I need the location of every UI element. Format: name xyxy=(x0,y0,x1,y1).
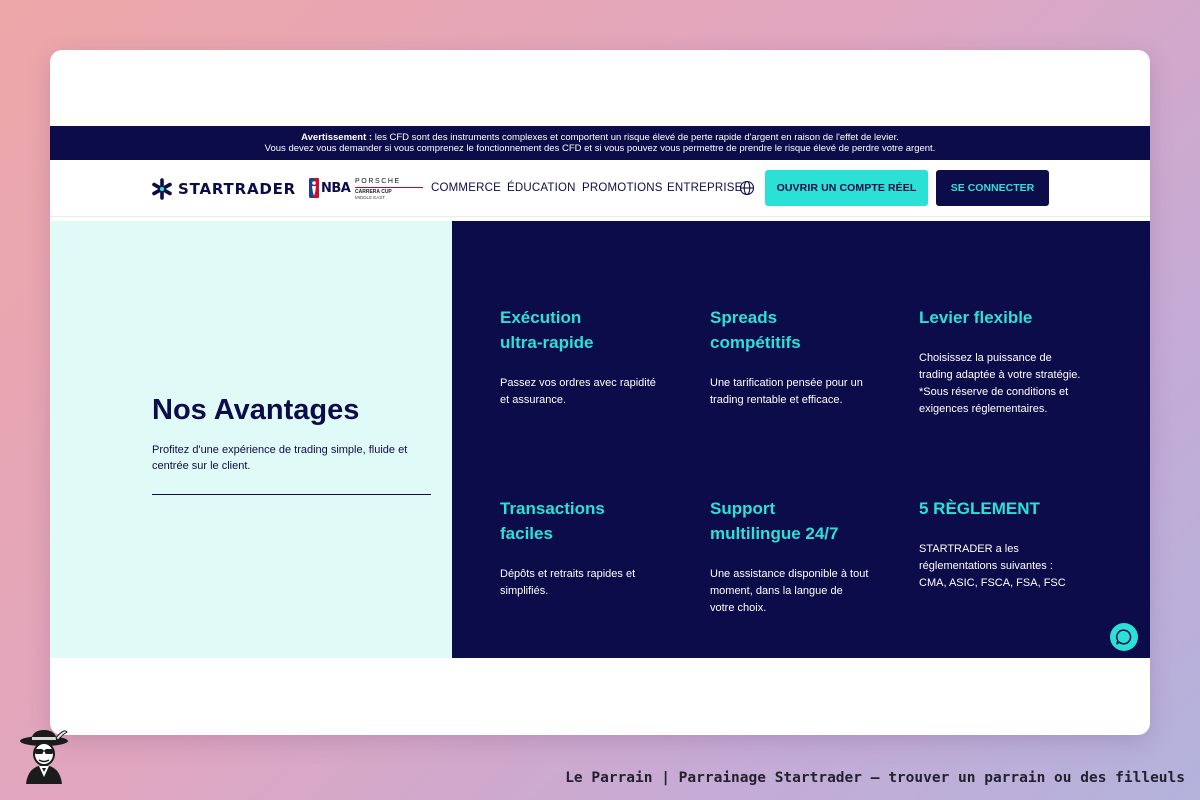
feature-title: Spreads compétitifs xyxy=(710,305,870,355)
feature-title-line-1: Exécution xyxy=(500,308,582,327)
intro-divider xyxy=(152,494,431,495)
porsche-subtitle-2: MIDDLE EAST xyxy=(355,195,386,200)
nba-logo-icon xyxy=(309,178,319,198)
risk-warning-text-1: les CFD sont des instruments complexes e… xyxy=(372,132,899,143)
globe-icon[interactable] xyxy=(739,180,755,196)
feature-title-line-2: compétitifs xyxy=(710,333,801,352)
startrader-star-icon xyxy=(152,178,172,200)
feature-title: Support multilingue 24/7 xyxy=(710,496,870,546)
browser-card: Avertissement : les CFD sont des instrum… xyxy=(50,50,1150,735)
nav-education[interactable]: ÉDUCATION xyxy=(507,182,576,194)
brand-name: STARTRADER xyxy=(178,180,296,198)
nav-promotions[interactable]: PROMOTIONS xyxy=(582,182,663,194)
feature-title: Levier flexible xyxy=(919,305,1081,330)
feature-competitive-spreads: Spreads compétitifs Une tarification pen… xyxy=(710,305,870,409)
page-title: Nos Avantages xyxy=(152,394,360,426)
feature-regulations: 5 RÈGLEMENT STARTRADER a les réglementat… xyxy=(919,496,1074,592)
godfather-mascot-icon xyxy=(20,730,68,784)
risk-warning-line-1: Avertissement : les CFD sont des instrum… xyxy=(50,132,1150,143)
nba-partner-logo[interactable]: NBA xyxy=(309,178,351,198)
feature-title-line-1: Transactions xyxy=(500,499,605,518)
feature-description: Dépôts et retraits rapides et simplifiés… xyxy=(500,568,636,597)
feature-description: Une assistance disponible à tout moment,… xyxy=(710,568,869,614)
feature-title-line-1: 5 RÈGLEMENT xyxy=(919,499,1040,518)
chat-button[interactable] xyxy=(1110,623,1138,651)
feature-description-main: Choisissez la puissance de trading adapt… xyxy=(919,352,1081,381)
feature-title-line-1: Levier flexible xyxy=(919,308,1033,327)
porsche-wordmark: PORSCHE xyxy=(355,178,401,185)
nba-text: NBA xyxy=(321,180,351,196)
feature-flexible-leverage: Levier flexible Choisissez la puissance … xyxy=(919,305,1081,418)
feature-title-line-2: multilingue 24/7 xyxy=(710,524,839,543)
features-panel: Exécution ultra-rapide Passez vos ordres… xyxy=(452,221,1150,658)
risk-warning-line-2: Vous devez vous demander si vous compren… xyxy=(264,143,936,154)
feature-multilingual-support: Support multilingue 24/7 Une assistance … xyxy=(710,496,870,617)
nav-entreprise[interactable]: ENTREPRISE xyxy=(667,182,743,194)
page-subtitle: Profitez d'une expérience de trading sim… xyxy=(152,444,408,472)
feature-description: STARTRADER a les réglementations suivant… xyxy=(919,543,1066,589)
feature-title: Exécution ultra-rapide xyxy=(500,305,660,355)
nav-commerce[interactable]: COMMERCE xyxy=(431,182,501,194)
feature-title: Transactions faciles xyxy=(500,496,660,546)
feature-title-line-1: Support xyxy=(710,499,776,518)
porsche-red-line xyxy=(355,187,423,188)
porsche-partner-logo[interactable]: PORSCHE CARRERA CUP MIDDLE EAST xyxy=(355,178,423,200)
feature-description-note: *Sous réserve de conditions et exigences… xyxy=(919,386,1069,415)
feature-fast-execution: Exécution ultra-rapide Passez vos ordres… xyxy=(500,305,660,409)
feature-title-line-2: faciles xyxy=(500,524,553,543)
risk-warning-banner: Avertissement : les CFD sont des instrum… xyxy=(50,126,1150,160)
login-button[interactable]: SE CONNECTER xyxy=(936,170,1049,206)
site-header: STARTRADER NBA PORSCHE CARRERA CUP MIDDL… xyxy=(50,160,1150,217)
feature-easy-transactions: Transactions faciles Dépôts et retraits … xyxy=(500,496,660,600)
risk-warning-label: Avertissement : xyxy=(301,132,373,143)
feature-title-line-1: Spreads xyxy=(710,308,778,327)
feature-description: Choisissez la puissance de trading adapt… xyxy=(919,350,1081,418)
feature-title-line-2: ultra-rapide xyxy=(500,333,594,352)
feature-description: Passez vos ordres avec rapidité et assur… xyxy=(500,377,656,406)
feature-description: Une tarification pensée pour un trading … xyxy=(710,377,863,406)
advantages-intro-panel: Nos Avantages Profitez d'une expérience … xyxy=(50,221,452,658)
chat-bubble-icon xyxy=(1116,629,1132,645)
feature-title: 5 RÈGLEMENT xyxy=(919,496,1074,521)
open-real-account-button[interactable]: OUVRIR UN COMPTE RÉEL xyxy=(765,170,928,206)
page-caption: Le Parrain | Parrainage Startrader — tro… xyxy=(565,770,1185,786)
startrader-logo[interactable]: STARTRADER xyxy=(151,176,296,202)
